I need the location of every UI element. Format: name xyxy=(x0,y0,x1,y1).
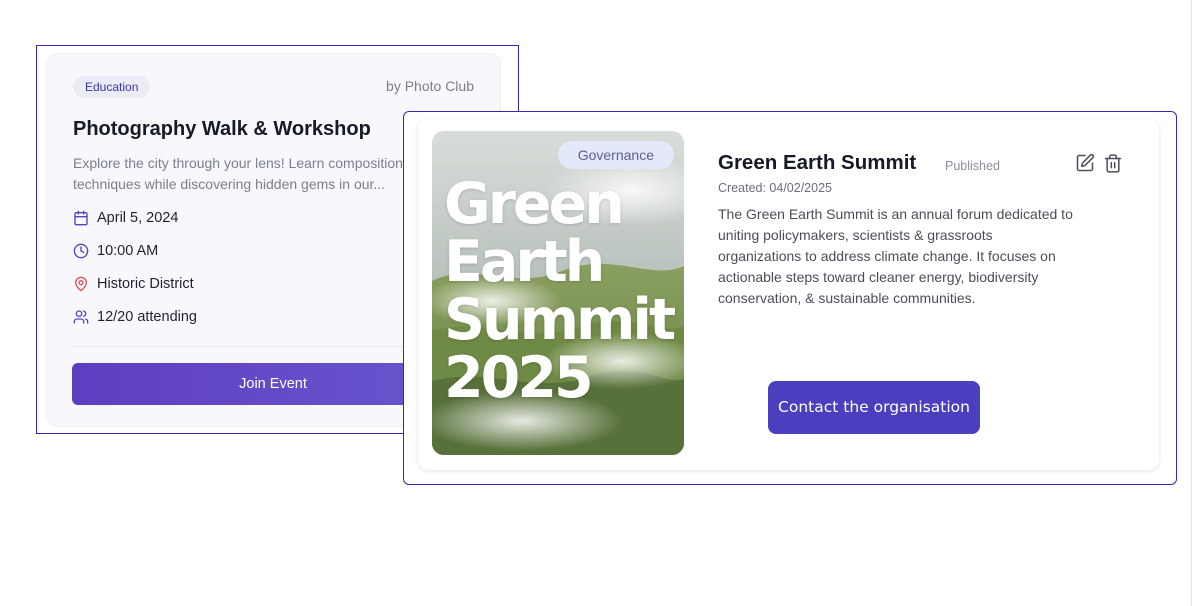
poster-line: 2025 xyxy=(444,345,594,411)
category-badge: Governance xyxy=(557,141,674,169)
event-date-text: April 5, 2024 xyxy=(97,210,179,226)
summit-description-line: organizations to address climate change.… xyxy=(718,248,1056,264)
category-tag: Education xyxy=(73,76,151,98)
edit-icon[interactable] xyxy=(1075,153,1095,173)
summit-description: The Green Earth Summit is an annual foru… xyxy=(718,204,1128,309)
users-icon xyxy=(73,310,89,324)
calendar-icon xyxy=(74,210,88,226)
poster-line: Green xyxy=(444,171,625,237)
created-date: Created: 04/02/2025 xyxy=(718,181,832,195)
page-edge-rule xyxy=(1191,0,1192,606)
event-time: 10:00 AM xyxy=(73,243,158,259)
event-location: Historic District xyxy=(73,276,194,292)
status-badge: Published xyxy=(945,159,1000,173)
summit-description-line: conservation, & sustainable communities. xyxy=(718,290,976,306)
event-description: Explore the city through your lens! Lear… xyxy=(73,153,413,195)
event-attendance: 12/20 attending xyxy=(73,309,197,325)
event-description-line: techniques while discovering hidden gems… xyxy=(73,176,386,192)
event-title: Photography Walk & Workshop xyxy=(73,118,371,140)
map-pin-icon xyxy=(75,276,87,292)
organizer-label: by Photo Club xyxy=(386,78,474,94)
summit-description-line: uniting policymakers, scientists & grass… xyxy=(718,227,993,243)
contact-organisation-button[interactable]: Contact the organisation xyxy=(768,381,980,434)
summit-card: Green Earth Summit 2025 Governance Green… xyxy=(418,119,1159,470)
trash-icon[interactable] xyxy=(1103,153,1123,174)
clock-icon xyxy=(73,243,89,259)
summit-description-line: The Green Earth Summit is an annual foru… xyxy=(718,206,1073,222)
event-date: April 5, 2024 xyxy=(73,210,178,226)
event-location-text: Historic District xyxy=(97,276,194,292)
poster-line: Earth xyxy=(444,229,605,295)
poster-line: Summit xyxy=(444,287,676,353)
poster-headline: Green Earth Summit 2025 xyxy=(444,171,676,411)
event-poster-image: Green Earth Summit 2025 Governance xyxy=(432,131,684,455)
event-attendance-text: 12/20 attending xyxy=(97,309,197,325)
summit-title: Green Earth Summit xyxy=(718,151,917,174)
event-description-line: Explore the city through your lens! Lear… xyxy=(73,155,403,171)
summit-description-line: actionable steps toward cleaner energy, … xyxy=(718,269,1039,285)
event-time-text: 10:00 AM xyxy=(97,243,159,259)
